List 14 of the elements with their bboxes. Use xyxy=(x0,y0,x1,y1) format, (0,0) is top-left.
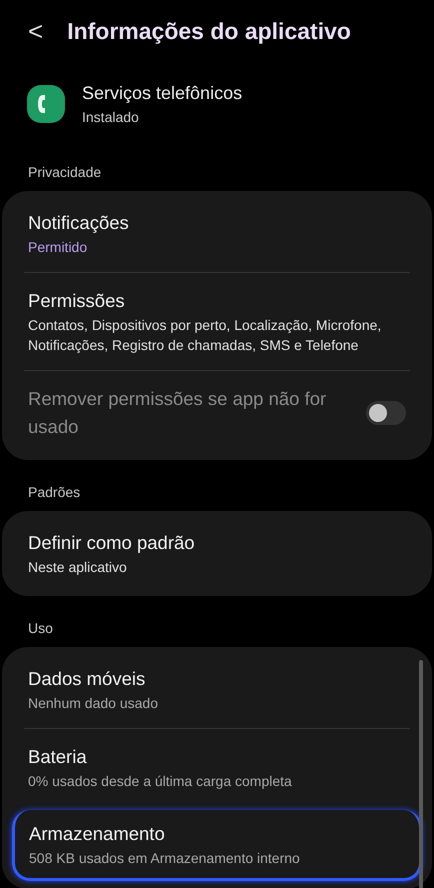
back-button[interactable]: < xyxy=(24,18,48,44)
app-name: Serviços telefônicos xyxy=(82,82,242,105)
phone-icon xyxy=(26,84,66,124)
app-status: Instalado xyxy=(82,108,140,127)
section-label: Privacidade xyxy=(27,163,102,182)
setting-item[interactable]: Bateria 0% usados desde a última carga completa xyxy=(2,728,432,806)
scrollbar[interactable] xyxy=(419,660,423,888)
setting-item[interactable]: Notificações Permitido xyxy=(2,195,432,272)
setting-item[interactable]: Permissões Contatos, Dispositivos por perto, Localização, Microfone, Notificações, Registro de chamadas, SMS e Telefone xyxy=(2,273,432,370)
setting-item[interactable]: Dados móveis Nenhum dado usado xyxy=(2,650,432,728)
section-label: Padrões xyxy=(27,482,82,502)
setting-item[interactable]: Definir como padrão Neste aplicativo xyxy=(2,514,432,592)
page-title: Informações do aplicativo xyxy=(67,16,351,46)
section-label: Uso xyxy=(27,618,54,638)
